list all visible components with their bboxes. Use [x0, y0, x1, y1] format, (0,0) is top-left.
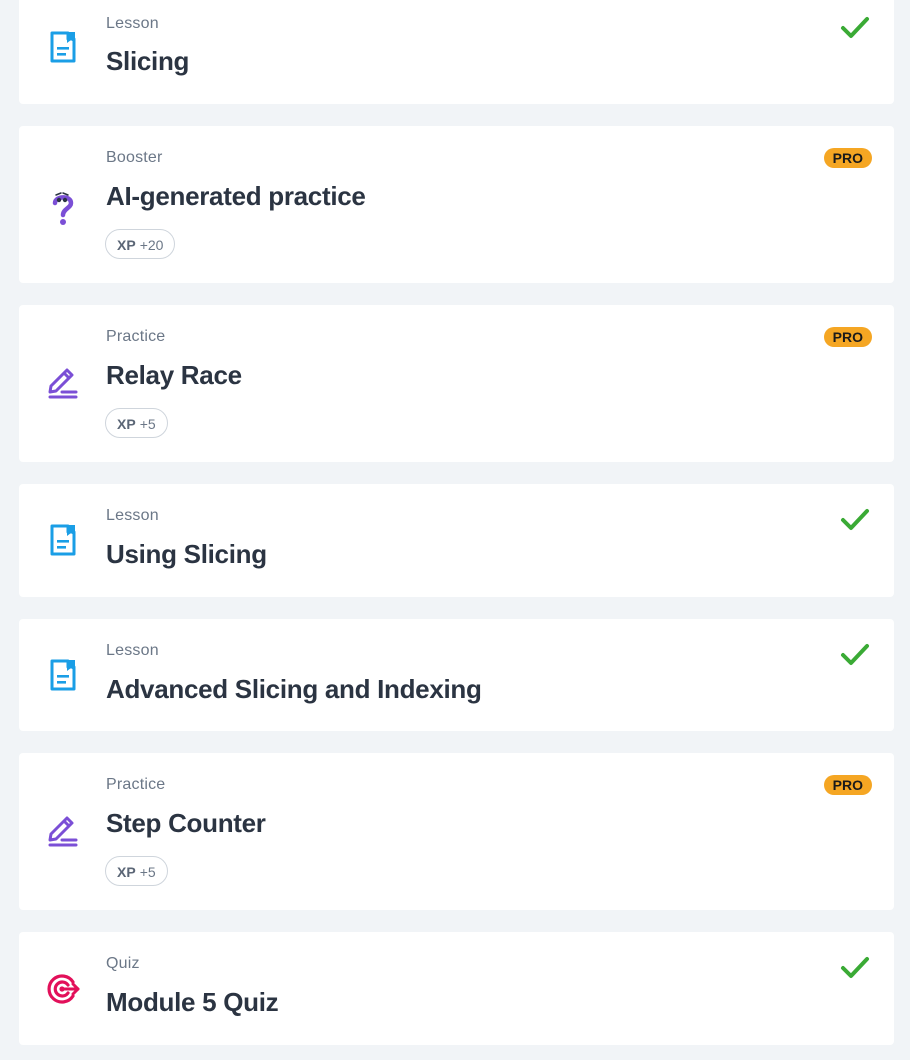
- xp-badge: XP +5: [105, 856, 168, 886]
- target-icon: [47, 974, 80, 1004]
- item-title: Slicing: [106, 46, 190, 76]
- list-item[interactable]: Practice Relay Race PRO XP +5: [19, 305, 894, 462]
- xp-label: XP: [117, 237, 136, 253]
- checkmark-icon: [841, 509, 869, 530]
- pro-badge: PRO: [823, 327, 872, 347]
- item-type: Lesson: [106, 507, 159, 524]
- list-item[interactable]: Practice Step Counter PRO XP +5: [19, 753, 894, 910]
- pro-badge: PRO: [823, 148, 872, 168]
- list-item[interactable]: Booster AI-generated practice PRO XP +20: [19, 126, 894, 283]
- xp-badge: XP +5: [105, 408, 168, 438]
- item-title: AI-generated practice: [106, 181, 366, 211]
- list-item[interactable]: Lesson Advanced Slicing and Indexing: [19, 619, 894, 731]
- item-type: Quiz: [106, 955, 140, 972]
- question-mark-icon: [52, 192, 74, 225]
- xp-label: XP: [117, 864, 136, 880]
- item-title: Relay Race: [106, 360, 242, 390]
- xp-value: +20: [139, 237, 164, 253]
- item-type: Practice: [106, 776, 166, 793]
- item-type: Booster: [106, 149, 163, 166]
- pencil-icon: [48, 816, 78, 847]
- list-item[interactable]: Lesson Slicing: [19, 0, 894, 104]
- item-title: Step Counter: [106, 808, 266, 838]
- pencil-icon: [48, 368, 78, 399]
- checkmark-icon: [841, 957, 869, 978]
- item-type: Lesson: [106, 642, 159, 659]
- item-title: Module 5 Quiz: [106, 987, 279, 1017]
- xp-value: +5: [139, 864, 156, 880]
- checkmark-icon: [841, 644, 869, 665]
- xp-value: +5: [139, 416, 156, 432]
- pro-badge: PRO: [823, 775, 872, 795]
- xp-label: XP: [117, 416, 136, 432]
- xp-badge: XP +20: [105, 229, 176, 259]
- lesson-icon: [50, 524, 76, 556]
- lesson-icon: [50, 659, 76, 691]
- checkmark-icon: [841, 17, 869, 38]
- item-title: Advanced Slicing and Indexing: [106, 674, 482, 704]
- item-type: Practice: [106, 328, 166, 345]
- list-item[interactable]: Lesson Using Slicing: [19, 484, 894, 597]
- lesson-icon: [50, 31, 76, 63]
- list-item[interactable]: Quiz Module 5 Quiz: [19, 932, 894, 1045]
- item-title: Using Slicing: [106, 539, 267, 569]
- item-type: Lesson: [106, 15, 159, 32]
